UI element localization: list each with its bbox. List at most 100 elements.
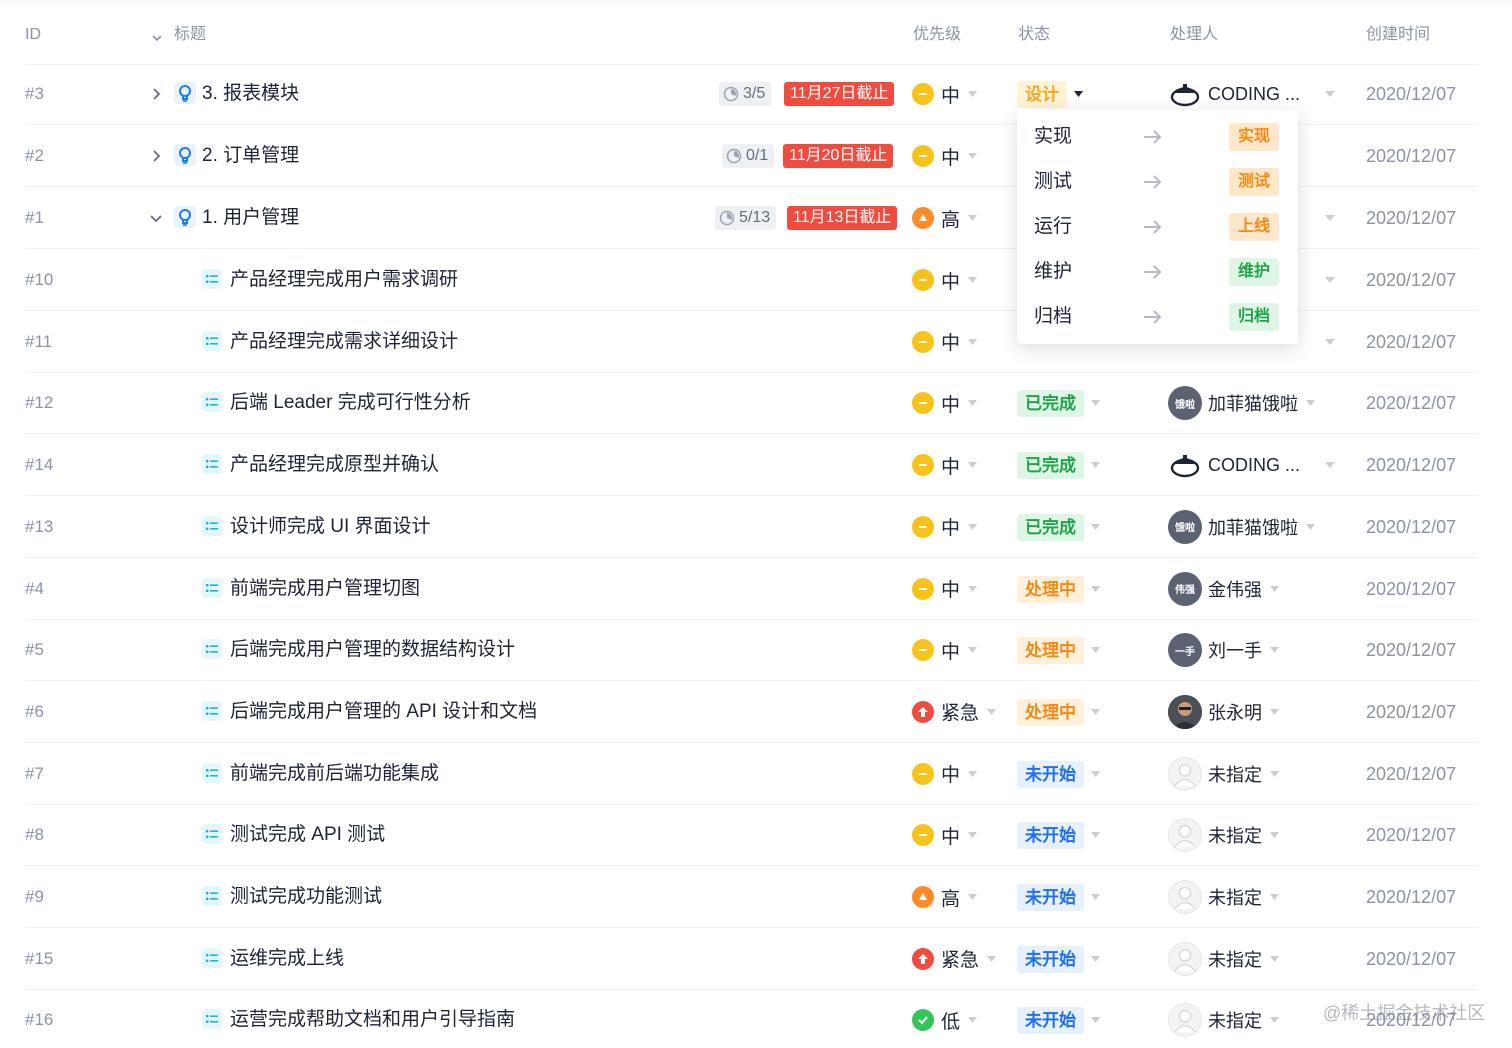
- chevron-right-icon[interactable]: [148, 148, 164, 164]
- priority-select[interactable]: 中: [912, 638, 978, 663]
- row-title[interactable]: 前端完成前后端功能集成: [230, 762, 439, 786]
- caret-down-icon[interactable]: [1091, 770, 1100, 777]
- status-option-maintain[interactable]: 维护 维护: [1017, 249, 1298, 294]
- status-badge[interactable]: 未开始: [1017, 945, 1084, 973]
- owner-name: CODING ...: [1208, 454, 1301, 475]
- chevron-right-icon[interactable]: [148, 86, 164, 102]
- row-title[interactable]: 后端完成用户管理的数据结构设计: [230, 638, 515, 662]
- owner-select[interactable]: 未指定: [1168, 1003, 1279, 1038]
- status-option-archive[interactable]: 归档 归档: [1017, 294, 1298, 339]
- status-badge[interactable]: 处理中: [1017, 575, 1084, 603]
- caret-down-icon[interactable]: [1091, 832, 1100, 839]
- status-badge[interactable]: 已完成: [1017, 513, 1084, 541]
- status-badge[interactable]: 处理中: [1017, 698, 1084, 726]
- priority-select[interactable]: 中: [912, 144, 978, 169]
- row-title[interactable]: 1. 用户管理: [202, 206, 299, 230]
- row-title[interactable]: 后端 Leader 完成可行性分析: [230, 391, 471, 415]
- status-badge[interactable]: 处理中: [1017, 637, 1084, 665]
- owner-select[interactable]: CODING ...: [1168, 77, 1300, 111]
- priority-select[interactable]: 中: [912, 453, 978, 478]
- priority-select[interactable]: 中: [912, 268, 978, 293]
- caret-down-icon[interactable]: [1074, 91, 1083, 97]
- row-title[interactable]: 后端完成用户管理的 API 设计和文档: [230, 700, 537, 724]
- row-title[interactable]: 3. 报表模块: [202, 82, 299, 106]
- owner-select[interactable]: 未指定: [1168, 818, 1279, 853]
- priority-label: 中: [941, 456, 961, 478]
- caret-down-icon[interactable]: [1091, 708, 1100, 715]
- table-row[interactable]: #7 前端完成前后端功能集成 中 未开始 未指定 2020/12/07: [0, 743, 1512, 805]
- caret-down-icon[interactable]: [1091, 955, 1100, 962]
- caret-down-icon[interactable]: [1325, 462, 1335, 469]
- priority-select[interactable]: 中: [912, 577, 978, 601]
- table-row[interactable]: #4 前端完成用户管理切图 中 处理中 伟强 金伟强 2020/12/07: [0, 558, 1512, 620]
- row-id: #5: [25, 640, 44, 660]
- owner-select[interactable]: 一手 刘一手: [1168, 633, 1279, 668]
- status-badge[interactable]: 未开始: [1017, 884, 1084, 911]
- chevron-down-icon[interactable]: [148, 210, 164, 226]
- status-badge[interactable]: 未开始: [1017, 1007, 1084, 1035]
- priority-select[interactable]: 高: [912, 206, 978, 231]
- created-date: 2020/12/07: [1366, 208, 1457, 228]
- table-row[interactable]: #9 测试完成功能测试 高 未开始 未指定 2020/12/07: [0, 866, 1512, 928]
- table-row[interactable]: #6 后端完成用户管理的 API 设计和文档 紧急 处理中 张永明 2020/12/07: [0, 681, 1512, 743]
- row-title[interactable]: 运营完成帮助文档和用户引导指南: [230, 1008, 515, 1032]
- table-row[interactable]: #16 运营完成帮助文档和用户引导指南低未开始 未指定 2020/12/07: [0, 989, 1512, 1048]
- table-row[interactable]: #5 后端完成用户管理的数据结构设计 中 处理中 一手 刘一手 2020/12/07: [0, 619, 1512, 682]
- owner-select[interactable]: 张永明: [1168, 694, 1279, 729]
- caret-down-icon[interactable]: [1091, 462, 1100, 469]
- caret-down-icon[interactable]: [1325, 91, 1335, 97]
- row-title[interactable]: 测试完成功能测试: [230, 885, 382, 909]
- table-row[interactable]: #8 测试完成 API 测试 中 未开始 未指定 2020/12/07: [0, 804, 1512, 867]
- status-badge[interactable]: 设计: [1017, 81, 1067, 108]
- priority-label: 低: [941, 1011, 961, 1033]
- status-badge[interactable]: 已完成: [1017, 452, 1084, 480]
- status-badge[interactable]: 未开始: [1017, 760, 1084, 788]
- deadline-badge: 11月27日截止: [784, 82, 895, 106]
- caret-down-icon[interactable]: [1091, 523, 1100, 530]
- status-badge[interactable]: 未开始: [1017, 822, 1084, 850]
- caret-down-icon[interactable]: [1325, 215, 1335, 221]
- caret-down-icon[interactable]: [1325, 338, 1335, 345]
- row-title[interactable]: 2. 订单管理: [202, 144, 299, 168]
- row-title[interactable]: 产品经理完成需求详细设计: [230, 330, 458, 354]
- priority-select[interactable]: 中: [912, 330, 978, 354]
- status-option-implement[interactable]: 实现 实现: [1017, 114, 1298, 159]
- owner-select[interactable]: 未指定: [1168, 756, 1279, 791]
- priority-select[interactable]: 紧急: [912, 700, 997, 724]
- status-option-run[interactable]: 运行 上线: [1017, 204, 1298, 249]
- caret-down-icon[interactable]: [1091, 894, 1100, 900]
- owner-select[interactable]: CODING ...: [1168, 448, 1301, 483]
- priority-select[interactable]: 紧急: [912, 947, 997, 971]
- owner-name: 未指定: [1208, 888, 1262, 908]
- priority-select[interactable]: 中: [912, 391, 978, 416]
- priority-select[interactable]: 中: [912, 82, 978, 107]
- caret-down-icon[interactable]: [1091, 585, 1100, 592]
- priority-select[interactable]: 低: [912, 1008, 978, 1033]
- owner-select[interactable]: 饿啦 加菲猫饿啦: [1168, 386, 1315, 421]
- status-badge[interactable]: 已完成: [1017, 390, 1084, 418]
- owner-select[interactable]: 饿啦 加菲猫饿啦: [1168, 509, 1315, 544]
- row-title[interactable]: 前端完成用户管理切图: [230, 577, 420, 601]
- caret-down-icon[interactable]: [1091, 647, 1100, 654]
- owner-select[interactable]: 伟强 金伟强: [1168, 571, 1279, 606]
- row-title[interactable]: 设计师完成 UI 界面设计: [230, 515, 431, 539]
- priority-select[interactable]: 中: [912, 823, 978, 848]
- table-row[interactable]: #14 产品经理完成原型并确认 中 已完成 CODING ... 2020/12/07: [0, 434, 1512, 497]
- row-title[interactable]: 测试完成 API 测试: [230, 823, 385, 847]
- row-title[interactable]: 产品经理完成用户需求调研: [230, 268, 458, 292]
- caret-down-icon[interactable]: [1091, 1017, 1100, 1024]
- caret-down-icon[interactable]: [1325, 277, 1335, 283]
- table-row[interactable]: #12 后端 Leader 完成可行性分析 中 已完成 饿啦 加菲猫饿啦 2020/12/0…: [0, 372, 1512, 435]
- owner-select[interactable]: 未指定: [1168, 880, 1279, 914]
- progress-ring-icon: [723, 86, 739, 102]
- status-option-test[interactable]: 测试 测试: [1017, 159, 1298, 204]
- owner-select[interactable]: 未指定: [1168, 941, 1279, 976]
- priority-select[interactable]: 高: [912, 885, 978, 910]
- table-row[interactable]: #15 运维完成上线 紧急 未开始 未指定 2020/12/07: [0, 928, 1512, 990]
- caret-down-icon[interactable]: [1091, 400, 1100, 407]
- priority-select[interactable]: 中: [912, 762, 978, 786]
- priority-select[interactable]: 中: [912, 515, 978, 539]
- table-row[interactable]: #13 设计师完成 UI 界面设计 中 已完成 饿啦 加菲猫饿啦 2020/12/07: [0, 496, 1512, 558]
- row-title[interactable]: 产品经理完成原型并确认: [230, 453, 439, 477]
- row-title[interactable]: 运维完成上线: [230, 947, 344, 971]
